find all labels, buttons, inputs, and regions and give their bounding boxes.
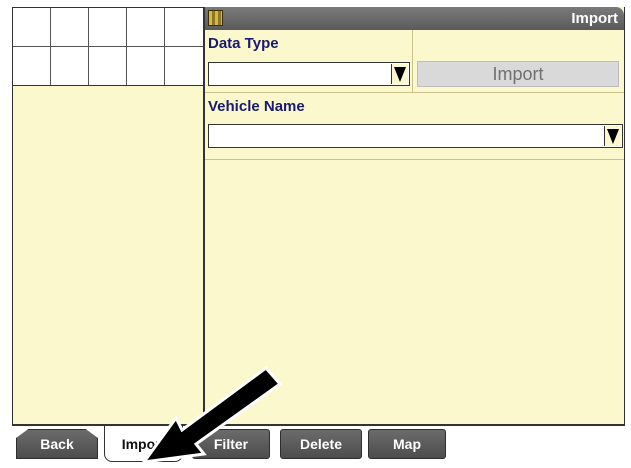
tab-bar: Back Import Filter Delete Map — [12, 426, 625, 462]
tab-map[interactable]: Map — [368, 429, 446, 459]
tab-filter[interactable]: Filter — [192, 429, 270, 459]
import-screen: Import Data Type Import Vehicle Name Bac… — [0, 0, 631, 468]
shortcut-cell[interactable] — [51, 46, 89, 85]
import-button[interactable]: Import — [417, 61, 619, 87]
shortcut-cell[interactable] — [165, 8, 203, 47]
shortcut-cell[interactable] — [89, 46, 127, 85]
vehicle-name-dropdown[interactable] — [208, 124, 623, 148]
import-action-section: Import — [413, 30, 624, 92]
title-bar: Import — [205, 7, 624, 30]
triangle-down-icon[interactable] — [391, 64, 408, 84]
vehicle-name-section: Vehicle Name — [205, 93, 624, 158]
shortcut-cell[interactable] — [127, 46, 165, 85]
data-type-dropdown[interactable] — [208, 62, 410, 86]
shortcut-cell[interactable] — [13, 46, 51, 85]
tab-import[interactable]: Import — [104, 426, 183, 462]
file-transfer-icon — [208, 10, 223, 26]
triangle-down-icon[interactable] — [604, 126, 621, 146]
tab-back[interactable]: Back — [16, 429, 98, 459]
window-title: Import — [571, 10, 618, 27]
tab-delete[interactable]: Delete — [280, 429, 362, 459]
data-type-section: Data Type — [205, 30, 413, 92]
shortcut-cell[interactable] — [89, 8, 127, 47]
data-type-label: Data Type — [208, 35, 279, 52]
shortcut-cell[interactable] — [127, 8, 165, 47]
section-divider — [205, 159, 624, 160]
shortcut-grid — [12, 7, 204, 86]
shortcut-cell[interactable] — [13, 8, 51, 47]
import-panel: Import Data Type Import Vehicle Name — [205, 7, 625, 424]
shortcut-cell[interactable] — [165, 47, 203, 86]
left-panel — [12, 86, 204, 424]
vehicle-name-label: Vehicle Name — [208, 98, 305, 115]
shortcut-cell[interactable] — [51, 8, 89, 47]
